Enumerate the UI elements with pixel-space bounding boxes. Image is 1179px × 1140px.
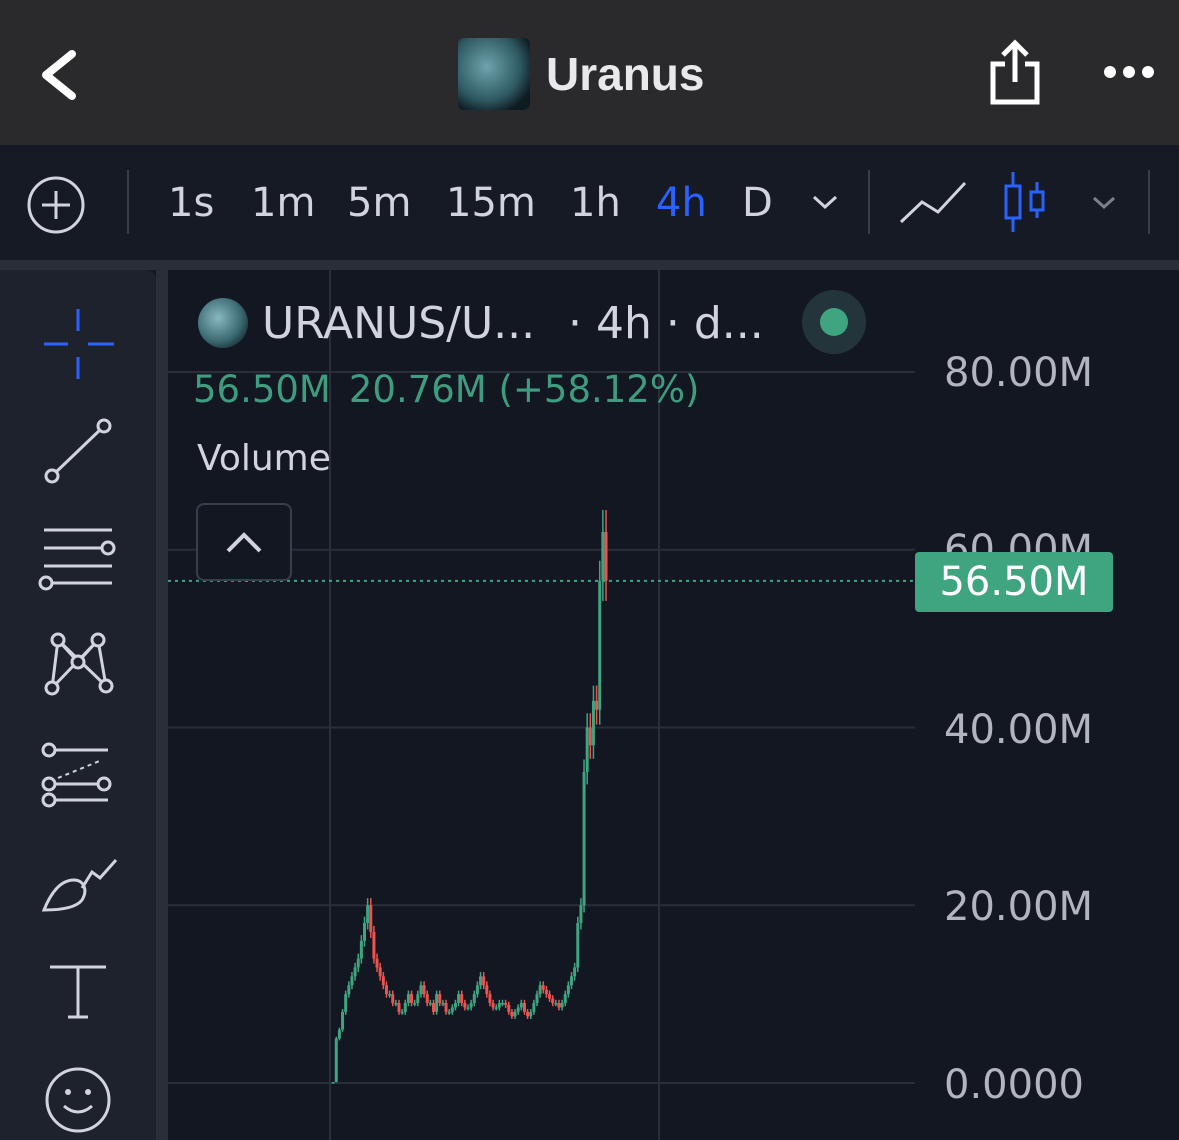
token-logo [458,38,530,110]
timeframe-4h[interactable]: 4h [656,180,707,226]
legend-value: 56.50M [193,368,331,411]
horizontal-lines-icon [38,528,116,591]
y-tick-label: 20.00M [944,884,1094,930]
projection-icon [41,742,112,808]
text-icon [50,965,106,1019]
crosshair-icon [44,309,114,379]
symbol-interval: · 4h · d... [568,298,764,349]
title-group: Uranus [458,38,704,110]
market-status[interactable] [802,290,866,354]
timeframe-1h[interactable]: 1h [570,180,621,226]
timeframe-d[interactable]: D [742,180,773,226]
collapse-legend-button[interactable] [196,503,292,581]
top-app-bar: Uranus [0,0,1179,145]
share-icon [990,39,1040,105]
timeframe-1m[interactable]: 1m [251,180,315,226]
tool-text[interactable] [38,955,118,1035]
back-button[interactable] [30,40,90,110]
chevron-left-icon [42,50,76,100]
chart-type-dropdown[interactable] [1090,192,1118,214]
page-title: Uranus [546,48,705,100]
more-horizontal-icon [1104,66,1154,78]
more-button[interactable] [1100,60,1160,84]
timeframe-15m[interactable]: 15m [446,180,536,226]
chevron-up-icon [226,532,262,553]
tool-projection[interactable] [38,740,118,820]
tool-pattern[interactable] [38,628,118,708]
y-tick-label: 80.00M [944,350,1094,396]
indicator-label: Volume [197,438,331,479]
plus-circle-icon [27,176,85,234]
chevron-down-icon [812,195,838,210]
toolbar-divider [868,170,870,234]
emoji-icon [45,1067,111,1133]
timeframe-1s[interactable]: 1s [168,180,214,226]
add-indicator-button[interactable] [25,174,87,236]
toolbar-bottom-band [0,260,1179,270]
chevron-down-icon [1092,196,1116,210]
legend-change: 20.76M (+58.12%) [348,368,700,411]
current-value-tag: 56.50M [915,552,1113,612]
brush-icon [41,859,118,912]
status-dot [820,308,848,336]
timeframe-dropdown[interactable] [810,190,840,214]
timeframe-5m[interactable]: 5m [347,180,411,226]
line-chart-icon [899,181,967,224]
tool-crosshair[interactable] [38,305,118,385]
tool-horizontal-lines[interactable] [38,520,118,600]
candlestick-icon [1004,172,1045,232]
symbol-name[interactable]: URANUS/U... [262,298,535,349]
chart-type-candle-button[interactable] [1002,170,1048,234]
pattern-icon [44,632,114,696]
share-button[interactable] [985,38,1045,110]
y-tick-label: 40.00M [944,707,1094,753]
chart-type-line-button[interactable] [898,178,968,228]
symbol-logo [198,298,248,348]
tool-brush[interactable] [38,850,118,930]
trend-line-icon [44,418,112,484]
legend-values: 56.50M 20.76M (+58.12%) [193,368,717,411]
panel-gap [156,270,168,1140]
toolbar-divider [127,170,129,234]
y-tick-label: 0.0000 [944,1062,1084,1108]
tool-trend-line[interactable] [38,412,118,492]
tool-emoji[interactable] [38,1060,118,1140]
toolbar-divider [1148,170,1150,234]
